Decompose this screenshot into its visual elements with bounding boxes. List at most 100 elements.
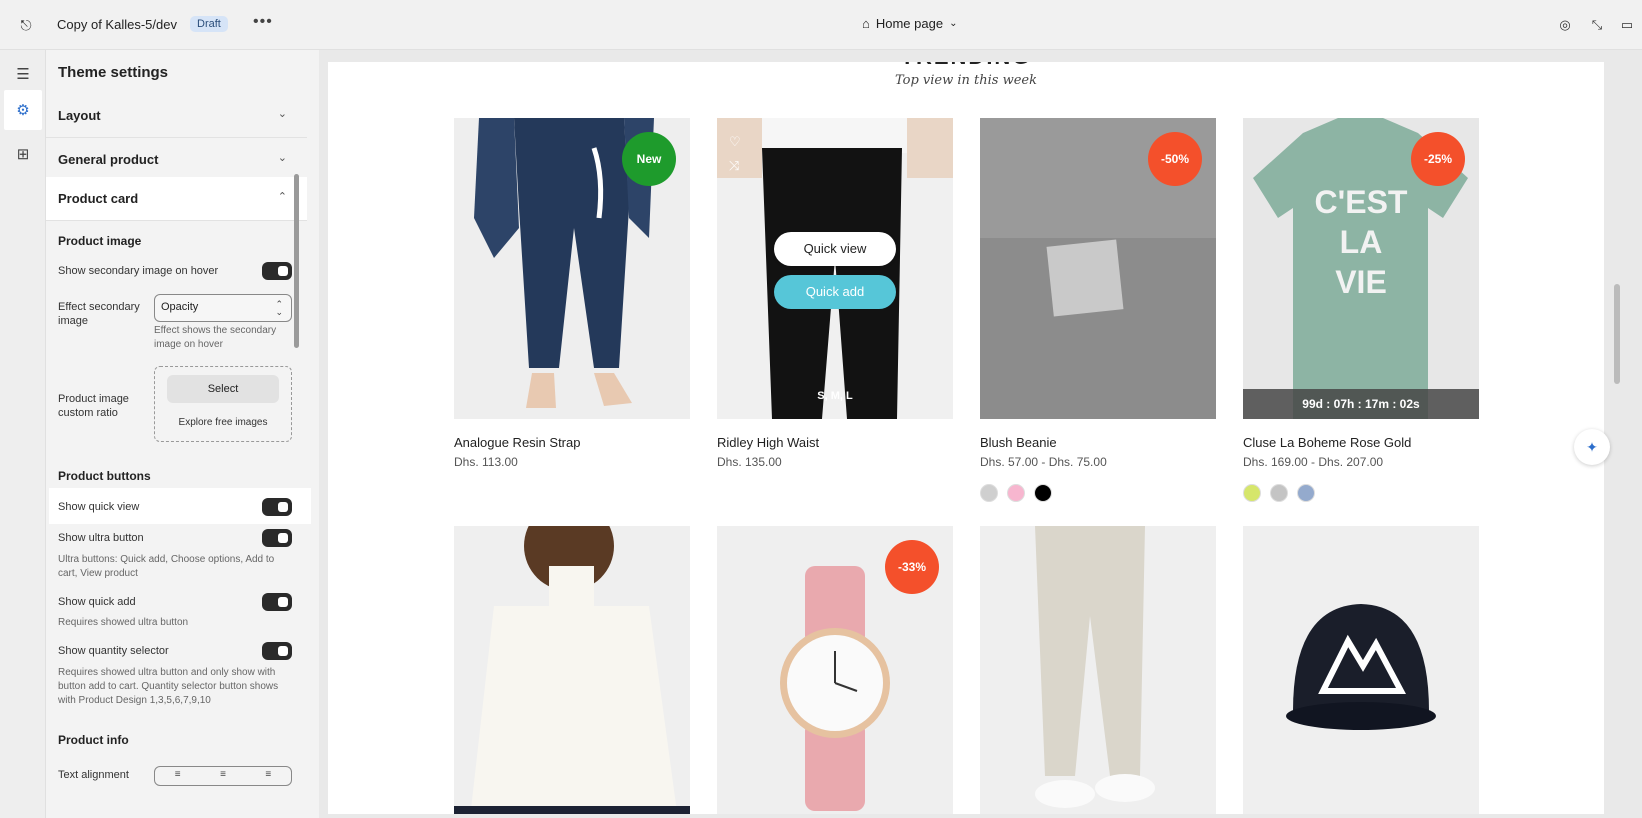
quick-add-button[interactable]: Quick add bbox=[774, 275, 896, 309]
product-card[interactable]: -50% Blush Beanie Dhs. 57.00 - Dhs. 75.0… bbox=[980, 118, 1216, 502]
product-name[interactable]: Blush Beanie bbox=[980, 435, 1057, 450]
effect-select-value: Opacity bbox=[161, 301, 199, 313]
effect-secondary-label: Effect secondary image bbox=[58, 301, 140, 327]
black-trousers-image bbox=[717, 118, 953, 419]
page-selector[interactable]: ⌂ Home page ⌄ bbox=[862, 16, 957, 31]
accordion-general-product[interactable]: General product ⌄ bbox=[46, 138, 307, 182]
sections-icon[interactable]: ☰ bbox=[4, 54, 42, 94]
color-swatch[interactable] bbox=[1297, 484, 1315, 502]
color-swatch[interactable] bbox=[1034, 484, 1052, 502]
accordion-label: Layout bbox=[58, 108, 101, 123]
product-card[interactable]: C'EST LA VIE -25% 99d : 07h : 17m : 02s … bbox=[1243, 118, 1479, 502]
section-heading: Product buttons bbox=[58, 469, 151, 483]
select-arrows-icon: ⌃ ⌄ bbox=[275, 299, 283, 317]
show-quick-add-toggle[interactable] bbox=[262, 593, 292, 611]
accordion-layout[interactable]: Layout ⌄ bbox=[46, 94, 307, 138]
new-badge: New bbox=[622, 132, 676, 186]
section-subtitle: Top view in this week bbox=[894, 73, 1037, 88]
show-secondary-label: Show secondary image on hover bbox=[58, 265, 219, 277]
storefront-preview: TRENDING Top view in this week New Analo… bbox=[328, 62, 1604, 814]
show-quantity-label: Show quantity selector bbox=[58, 645, 169, 657]
accordion-product-card[interactable]: Product card ⌃ bbox=[46, 177, 307, 221]
product-image[interactable] bbox=[980, 526, 1216, 814]
product-card[interactable]: New Analogue Resin Strap Dhs. 113.00 bbox=[454, 118, 690, 469]
product-card[interactable] bbox=[980, 526, 1216, 814]
product-image[interactable]: -33% bbox=[717, 526, 953, 814]
sidebar-rail: ☰ ⚙ ⊞ bbox=[0, 50, 46, 818]
discount-badge: -33% bbox=[885, 540, 939, 594]
effect-select[interactable]: Opacity ⌃ ⌄ bbox=[154, 294, 292, 322]
cap-image bbox=[1243, 526, 1479, 814]
section-heading: Product image bbox=[58, 234, 142, 248]
inspector-icon[interactable]: ◎ bbox=[1556, 16, 1574, 34]
discount-badge: -25% bbox=[1411, 132, 1465, 186]
show-secondary-toggle[interactable] bbox=[262, 262, 292, 280]
preview-scrollbar[interactable] bbox=[1614, 284, 1620, 384]
show-ultra-button-label: Show ultra button bbox=[58, 532, 144, 544]
apps-icon[interactable]: ⊞ bbox=[4, 134, 42, 174]
effect-hint: Effect shows the secondary image on hove… bbox=[154, 325, 277, 350]
more-actions-button[interactable]: ••• bbox=[253, 13, 273, 31]
align-right-icon[interactable]: ≡ bbox=[246, 767, 291, 785]
desktop-view-icon[interactable]: ▭ bbox=[1618, 16, 1636, 34]
show-quantity-toggle[interactable] bbox=[262, 642, 292, 660]
product-image[interactable] bbox=[1243, 526, 1479, 814]
show-quick-view-label: Show quick view bbox=[58, 501, 140, 513]
ai-assistant-button[interactable]: ✦ bbox=[1574, 429, 1610, 465]
explore-free-images-link[interactable]: Explore free images bbox=[155, 417, 291, 428]
quick-add-hint: Requires showed ultra button bbox=[58, 617, 189, 628]
section-heading: Product info bbox=[58, 733, 129, 747]
compare-shuffle-icon[interactable]: ⤨ bbox=[729, 154, 741, 178]
product-price: Dhs. 135.00 bbox=[717, 455, 782, 469]
chevron-down-icon: ⌄ bbox=[277, 108, 287, 120]
show-ultra-button-toggle[interactable] bbox=[262, 529, 292, 547]
theme-settings-panel: Theme settings Layout ⌄ General product … bbox=[46, 50, 319, 818]
svg-text:VIE: VIE bbox=[1335, 264, 1387, 300]
product-price: Dhs. 57.00 - Dhs. 75.00 bbox=[980, 455, 1107, 469]
product-name[interactable]: Cluse La Boheme Rose Gold bbox=[1243, 435, 1411, 450]
align-center-icon[interactable]: ≡ bbox=[200, 767, 245, 785]
top-bar: ⎋ Copy of Kalles-5/dev Draft ••• ⌂ Home … bbox=[0, 0, 1642, 50]
align-left-icon[interactable]: ≡ bbox=[155, 767, 200, 785]
discount-badge: -50% bbox=[1148, 132, 1202, 186]
color-swatch[interactable] bbox=[1270, 484, 1288, 502]
product-image[interactable]: C'EST LA VIE -25% 99d : 07h : 17m : 02s bbox=[1243, 118, 1479, 419]
exit-icon[interactable]: ⎋ bbox=[16, 15, 36, 35]
product-card[interactable]: -33% bbox=[717, 526, 953, 814]
size-options[interactable]: S, M, L bbox=[717, 390, 953, 402]
hover-icons: ♡ ⤨ bbox=[729, 130, 741, 178]
color-swatch[interactable] bbox=[1007, 484, 1025, 502]
color-swatch[interactable] bbox=[1243, 484, 1261, 502]
product-image[interactable] bbox=[454, 526, 690, 814]
product-image[interactable]: -50% bbox=[980, 118, 1216, 419]
store-name: Copy of Kalles-5/dev bbox=[57, 17, 177, 32]
product-image[interactable]: ♡ ⤨ Quick view Quick add S, M, L bbox=[717, 118, 953, 419]
select-tool-icon[interactable]: ⤡ bbox=[1588, 16, 1606, 34]
ratio-label: Product image custom ratio bbox=[58, 393, 129, 419]
product-name[interactable]: Analogue Resin Strap bbox=[454, 435, 580, 450]
quick-view-button[interactable]: Quick view bbox=[774, 232, 896, 266]
text-alignment-buttons: ≡ ≡ ≡ bbox=[154, 766, 292, 786]
product-card[interactable]: ♡ ⤨ Quick view Quick add S, M, L Ridley … bbox=[717, 118, 953, 469]
product-name[interactable]: Ridley High Waist bbox=[717, 435, 819, 450]
show-quick-view-toggle[interactable] bbox=[262, 498, 292, 516]
select-image-button[interactable]: Select bbox=[167, 375, 279, 403]
chevron-down-icon: ⌄ bbox=[949, 18, 958, 29]
accordion-label: General product bbox=[58, 152, 159, 167]
svg-text:C'EST: C'EST bbox=[1315, 184, 1408, 220]
product-price: Dhs. 169.00 - Dhs. 207.00 bbox=[1243, 455, 1384, 469]
panel-scrollbar[interactable] bbox=[294, 174, 299, 348]
wishlist-heart-icon[interactable]: ♡ bbox=[729, 130, 741, 154]
quantity-hint: Requires showed ultra button and only sh… bbox=[58, 667, 279, 706]
product-image[interactable]: New bbox=[454, 118, 690, 419]
product-card[interactable] bbox=[1243, 526, 1479, 814]
theme-settings-icon[interactable]: ⚙ bbox=[4, 90, 42, 130]
color-swatch[interactable] bbox=[980, 484, 998, 502]
product-card[interactable] bbox=[454, 526, 690, 814]
section-title: TRENDING bbox=[328, 62, 1604, 70]
chevron-down-icon: ⌄ bbox=[277, 152, 287, 164]
chevron-up-icon: ⌃ bbox=[277, 191, 287, 203]
joggers-image bbox=[980, 526, 1216, 814]
sweater-image bbox=[454, 526, 690, 814]
color-swatches bbox=[980, 484, 1052, 502]
